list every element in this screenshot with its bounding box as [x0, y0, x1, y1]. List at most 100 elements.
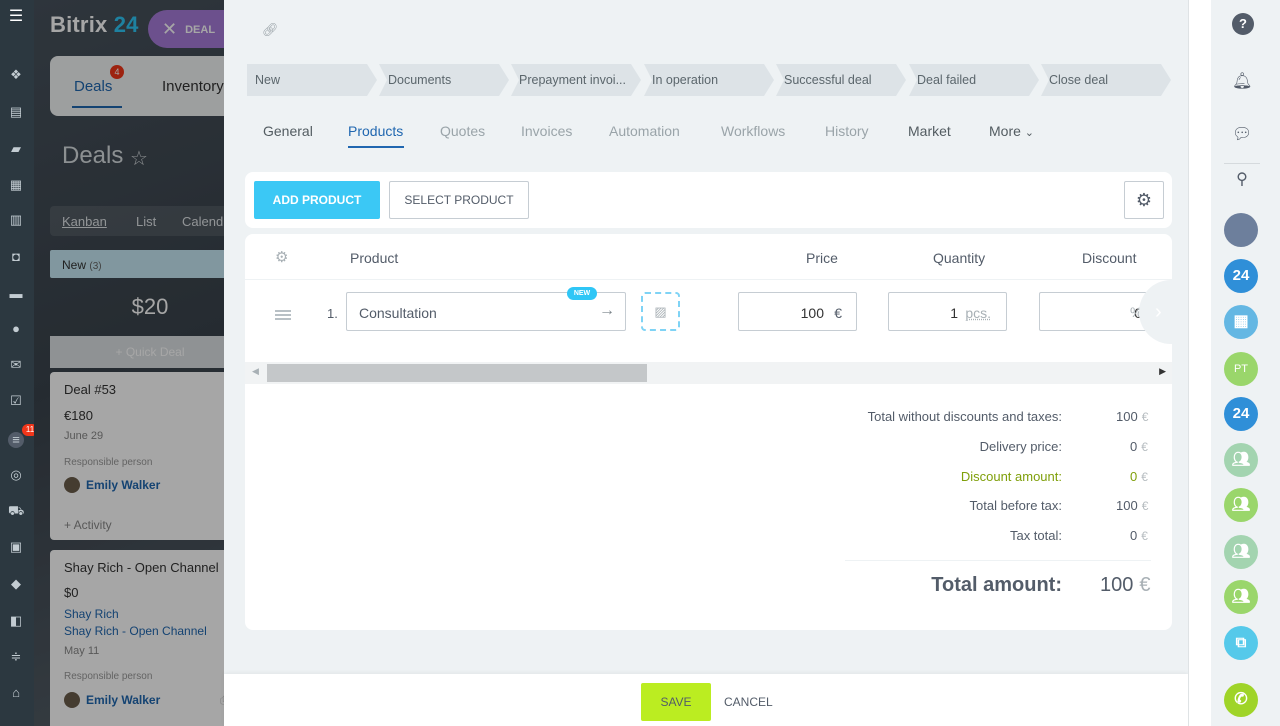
building-icon[interactable]: ⌂: [8, 686, 24, 700]
drag-handle-icon[interactable]: [275, 310, 291, 320]
bitrix24-chat-icon[interactable]: 24: [1224, 259, 1258, 293]
scroll-thumb[interactable]: [267, 364, 647, 382]
group-chat-icon[interactable]: 👥︎: [1224, 580, 1258, 614]
scroll-left-arrow-icon[interactable]: ◀: [252, 366, 259, 377]
new-badge: NEW: [567, 287, 597, 300]
tasks-icon[interactable]: ▤: [8, 105, 24, 119]
phone-icon[interactable]: ✆: [1224, 683, 1258, 717]
group-chat-icon[interactable]: 👥︎: [1224, 443, 1258, 477]
col-product: Product: [350, 250, 399, 266]
tab-general[interactable]: General: [263, 123, 313, 139]
document-icon[interactable]: ▥: [8, 213, 24, 227]
products-toolbar: ADD PRODUCT SELECT PRODUCT ⚙: [245, 172, 1172, 228]
tab-automation[interactable]: Automation: [609, 123, 680, 139]
link-icon[interactable]: 🔗︎: [262, 22, 279, 38]
quantity-value: 1: [950, 305, 958, 321]
box-icon[interactable]: ◆: [8, 577, 24, 591]
gear-icon[interactable]: ⚙: [1124, 181, 1164, 219]
bell-icon[interactable]: 🔔︎: [1232, 72, 1252, 92]
delivery-value: 0: [1130, 439, 1138, 454]
total-without-discounts-value: 100: [1116, 409, 1138, 424]
messenger-icon[interactable]: 💬︎: [1232, 125, 1252, 145]
checklist-icon[interactable]: ☑: [8, 394, 24, 408]
left-nav-rail: ☰ ❖ ▤ ▰ ▦ ▥ ◘ ▬ ● ✉ ☑ ≡ 11 ◎ ⛟ ▣ ◆ ◧ ≑ ⌂: [0, 0, 38, 726]
feed-icon[interactable]: ❖: [8, 68, 24, 82]
target-icon[interactable]: ◎: [8, 468, 24, 482]
group-chat-icon[interactable]: 👥︎: [1224, 535, 1258, 569]
col-price: Price: [806, 250, 838, 266]
tab-active-underline: [348, 146, 404, 148]
table-header: ⚙ Product Price Quantity Discount: [245, 234, 1172, 280]
total-amount-label: Total amount:: [931, 574, 1062, 596]
crm-icon[interactable]: ≡: [8, 432, 24, 448]
menu-icon[interactable]: ☰: [8, 9, 24, 25]
avatar[interactable]: [1224, 213, 1258, 247]
select-product-button[interactable]: SELECT PRODUCT: [389, 181, 529, 219]
cart-icon[interactable]: ⛟: [8, 504, 24, 518]
stage-new[interactable]: New: [247, 64, 377, 96]
contact-card-icon[interactable]: ▣: [8, 540, 24, 554]
before-tax: 100 €: [1116, 498, 1148, 513]
products-panel: ⚙ Product Price Quantity Discount 1. Con…: [245, 234, 1172, 630]
chat-icon[interactable]: ▰: [8, 142, 24, 156]
tab-products[interactable]: Products: [348, 123, 403, 139]
row-number: 1.: [327, 306, 338, 321]
before-tax-value: 100: [1116, 498, 1138, 513]
settings-sliders-icon[interactable]: ≑: [8, 650, 24, 664]
delivery: 0 €: [1130, 439, 1148, 454]
currency: €: [1139, 574, 1151, 596]
stage-close-deal[interactable]: Close deal: [1041, 64, 1171, 96]
bitrix24-chat-icon[interactable]: 24: [1224, 397, 1258, 431]
product-name: Consultation: [359, 305, 437, 321]
quantity-input[interactable]: 1 pcs.: [888, 292, 1007, 331]
total-without-discounts: 100 €: [1116, 409, 1148, 424]
tab-invoices[interactable]: Invoices: [521, 123, 572, 139]
tab-market[interactable]: Market: [908, 123, 951, 139]
drive-icon[interactable]: ▬: [8, 287, 24, 301]
calendar-chat-icon[interactable]: ▦: [1224, 305, 1258, 339]
horizontal-scrollbar[interactable]: ◀ ▶: [245, 362, 1172, 384]
tax-total: 0 €: [1130, 528, 1148, 543]
open-channel-icon[interactable]: ⧉: [1224, 626, 1258, 660]
col-quantity: Quantity: [933, 250, 986, 266]
stage-documents[interactable]: Documents: [379, 64, 509, 96]
chevron-down-icon: ⌄: [1024, 127, 1035, 139]
scroll-right-icon[interactable]: ›: [1139, 280, 1172, 344]
robot-icon[interactable]: ◘: [8, 250, 24, 264]
tab-more-label: More: [989, 123, 1021, 139]
overlay-shade: [34, 0, 224, 726]
user-initials-avatar[interactable]: PT: [1224, 352, 1258, 386]
column-settings-icon[interactable]: ⚙: [275, 248, 288, 266]
quantity-unit[interactable]: pcs.: [965, 305, 991, 321]
price-input[interactable]: 100 €: [738, 292, 857, 331]
cancel-button[interactable]: CANCEL: [724, 695, 773, 709]
mail-icon[interactable]: ✉: [8, 358, 24, 372]
tax-total-label: Tax total:: [1009, 528, 1062, 543]
stage-in-operation[interactable]: In operation: [644, 64, 774, 96]
tab-history[interactable]: History: [825, 123, 869, 139]
tab-more[interactable]: More ⌄: [989, 123, 1034, 139]
help-icon[interactable]: ?: [1232, 13, 1254, 35]
calendar-icon[interactable]: ▦: [8, 178, 24, 192]
currency: €: [1141, 440, 1148, 454]
stage-prepayment[interactable]: Prepayment invoi...: [511, 64, 641, 96]
stage-failed[interactable]: Deal failed: [909, 64, 1039, 96]
discount-amount: 0 €: [1130, 469, 1148, 484]
price-currency: €: [834, 305, 842, 321]
tab-workflows[interactable]: Workflows: [721, 123, 785, 139]
group-chat-icon[interactable]: 👥︎: [1224, 488, 1258, 522]
tab-quotes[interactable]: Quotes: [440, 123, 485, 139]
employees-icon[interactable]: ●: [8, 322, 24, 336]
arrow-right-icon[interactable]: →: [599, 302, 615, 320]
search-icon[interactable]: ⚲: [1232, 170, 1252, 190]
price-value: 100: [800, 305, 824, 321]
scroll-right-arrow-icon[interactable]: ▶: [1159, 366, 1166, 377]
sites-icon[interactable]: ◧: [8, 614, 24, 628]
currency: €: [1141, 499, 1149, 513]
total-amount-value: 100: [1100, 574, 1134, 596]
tax-total-value: 0: [1130, 528, 1138, 543]
stage-successful[interactable]: Successful deal: [776, 64, 906, 96]
save-button[interactable]: SAVE: [641, 683, 711, 721]
add-product-button[interactable]: ADD PRODUCT: [254, 181, 380, 219]
image-placeholder-icon[interactable]: ▨: [641, 292, 680, 331]
